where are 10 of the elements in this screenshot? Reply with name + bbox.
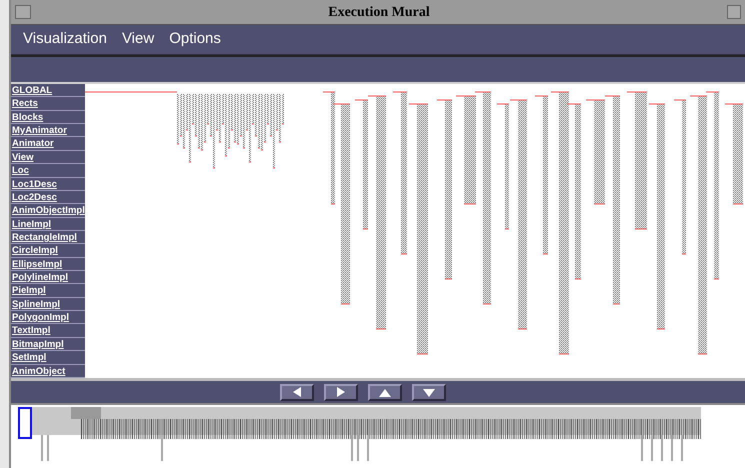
scroll-left-button[interactable] (280, 384, 314, 400)
down-arrow-icon (422, 386, 436, 398)
scroll-down-button[interactable] (412, 384, 446, 400)
scroll-right-button[interactable] (324, 384, 358, 400)
viewport-marker[interactable] (18, 407, 32, 439)
menu-item[interactable]: Options (169, 28, 221, 51)
menu-item[interactable]: View (122, 28, 154, 51)
window-title: Execution Mural (327, 4, 431, 22)
scroll-up-button[interactable] (368, 384, 402, 400)
menu-item[interactable]: Visualization (23, 28, 107, 51)
